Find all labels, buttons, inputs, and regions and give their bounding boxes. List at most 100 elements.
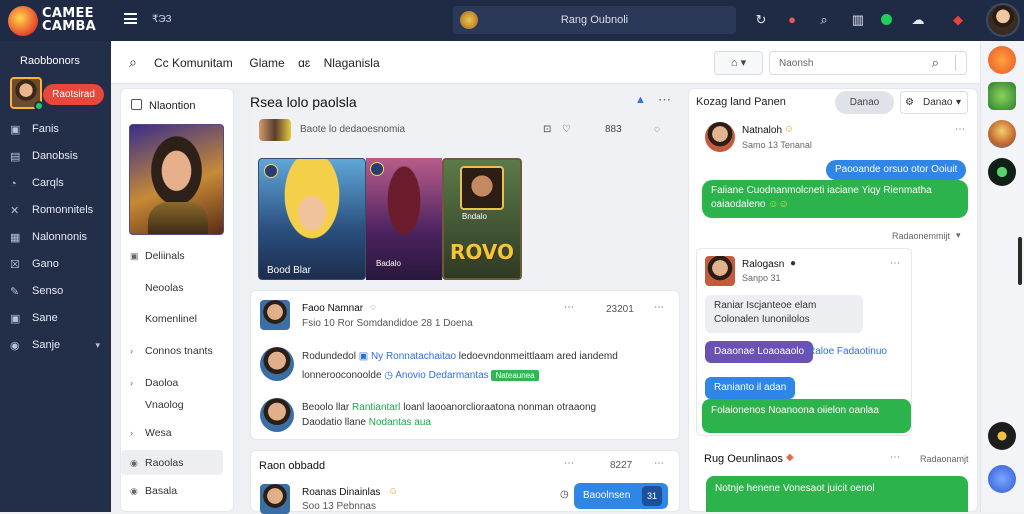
- nav-item-0[interactable]: ▣ Deliinals: [130, 248, 185, 264]
- join-count: 31: [642, 486, 662, 506]
- search-icon[interactable]: ⌕: [129, 54, 137, 71]
- chevron-down-icon[interactable]: ▾: [956, 230, 961, 241]
- emoji-icon: ☺☺: [768, 199, 789, 210]
- artwork-label: Bndalo: [462, 212, 487, 221]
- game-artwork-card[interactable]: Bndalo ROVO: [442, 158, 522, 280]
- post-author-name[interactable]: Roanas Dinainlas: [302, 487, 380, 498]
- chat-user-sub: Sanpo 31: [742, 273, 781, 283]
- chevron-right-icon: ›: [130, 346, 133, 356]
- rail-game-icon-5[interactable]: [988, 422, 1016, 450]
- rail-game-icon-1[interactable]: [988, 46, 1016, 74]
- nav-item-1[interactable]: Neoolas: [130, 280, 184, 296]
- header-search-input[interactable]: Naonsh ⌕: [769, 51, 967, 75]
- nav-item-4[interactable]: › Daoloa: [130, 375, 178, 391]
- sidebar-item-6[interactable]: ✎ Senso: [10, 282, 110, 300]
- chat-user-avatar[interactable]: [705, 256, 735, 286]
- refresh-icon[interactable]: ↻: [751, 10, 771, 30]
- app-logo[interactable]: CAMEE CAMBA: [8, 4, 108, 36]
- hamburger-menu-icon[interactable]: [124, 13, 137, 24]
- nav-item-2[interactable]: Komenlinel: [130, 311, 197, 327]
- nav-item-8[interactable]: ◉ Basala: [130, 483, 177, 499]
- breadcrumb-item[interactable]: Nlaganisla: [324, 56, 380, 70]
- share-icon[interactable]: ⊡: [543, 124, 551, 135]
- more-options-icon[interactable]: ⋯: [890, 452, 900, 463]
- join-button[interactable]: Baoolnsen 31: [574, 483, 668, 509]
- mention-link[interactable]: Anovio Dedarmantas: [395, 370, 488, 381]
- nav-item-5[interactable]: Vnaolog: [130, 397, 184, 413]
- global-search-text: Rang Oubnoli: [560, 14, 629, 26]
- chat-filter-pill[interactable]: Danao: [835, 91, 894, 114]
- header-search-placeholder: Naonsh: [779, 58, 814, 69]
- sidebar-item-label: Romonnitels: [32, 204, 94, 216]
- comment-text: ledoevndonmeittlaam ared iandemd: [458, 351, 618, 362]
- rail-game-icon-6[interactable]: [988, 465, 1016, 493]
- more-options-icon[interactable]: ⋯: [658, 92, 671, 108]
- user-avatar[interactable]: [986, 3, 1020, 37]
- game-badge-icon[interactable]: ◆: [948, 10, 968, 30]
- comment-avatar[interactable]: [260, 347, 294, 381]
- mention-link[interactable]: Rantiantarl: [352, 402, 400, 413]
- rail-game-icon-4[interactable]: [988, 158, 1016, 186]
- more-options-icon[interactable]: ⋯: [564, 302, 574, 313]
- verified-icon: ◌: [370, 302, 376, 313]
- breadcrumb-item[interactable]: ɑɛ: [298, 56, 310, 70]
- sidebar-item-3[interactable]: ✕ Romonnitels: [10, 201, 110, 219]
- notification-icon[interactable]: ●: [782, 10, 802, 30]
- sidebar-item-label: Sanje: [32, 339, 61, 351]
- game-artwork-warrior[interactable]: Badalo: [366, 158, 442, 280]
- chat-bubble-outgoing: Folaionenos Noanoona oiielon oanlaa: [702, 399, 911, 433]
- global-search[interactable]: Rang Oubnoli: [453, 6, 736, 34]
- chat-link[interactable]: Raloe Fadaotinuo: [808, 346, 887, 357]
- sidebar: [0, 41, 111, 512]
- more-options-icon[interactable]: ⋯: [654, 458, 664, 469]
- sidebar-item-2[interactable]: ◔ Carqls: [10, 174, 110, 192]
- post-author-avatar[interactable]: [260, 300, 290, 330]
- post-author-name[interactable]: Faoo Namnar: [302, 303, 363, 314]
- mention-link[interactable]: Ny Ronnatachaitao: [371, 351, 456, 362]
- game-artwork-hero[interactable]: Bood Blar: [258, 158, 366, 280]
- sidebar-item-7[interactable]: ▣ Sane: [10, 309, 110, 327]
- sidebar-item-8[interactable]: ◉ Sanje ▾: [10, 336, 110, 354]
- rail-game-icon-3[interactable]: [988, 120, 1016, 148]
- sidebar-item-4[interactable]: ▦ Nalonnonis: [10, 228, 110, 246]
- home-dropdown-button[interactable]: ⌂ ▾: [714, 51, 763, 75]
- chat-user-name[interactable]: Natnaloh: [742, 125, 782, 136]
- post-author-avatar[interactable]: [260, 484, 290, 514]
- sidebar-item-1[interactable]: ▤ Danobsis: [10, 147, 110, 165]
- comment-icon[interactable]: ◌: [654, 124, 660, 135]
- more-options-icon[interactable]: ⋯: [654, 302, 664, 313]
- layout-icon[interactable]: ▥: [848, 10, 868, 30]
- featured-game-art[interactable]: [129, 124, 224, 235]
- boost-icon[interactable]: ▲: [635, 94, 646, 106]
- search-icon: ⌕: [931, 55, 939, 70]
- nav-item-7[interactable]: ◉ Raoolas: [130, 455, 184, 471]
- comment-line: Rodundedol ▣ Ny Ronnatachaitao ledoevndo…: [302, 351, 618, 362]
- sidebar-item-icon: ☒: [10, 259, 20, 271]
- chat-sort-select[interactable]: ⚙ Danao ▾: [900, 91, 968, 114]
- comment-author[interactable]: Beoolo llar: [302, 402, 349, 413]
- search-icon[interactable]: ⌕: [814, 10, 834, 30]
- cloud-icon[interactable]: ☁: [908, 10, 928, 30]
- more-options-icon[interactable]: ⋯: [564, 458, 574, 469]
- like-icon[interactable]: ♡: [562, 124, 571, 135]
- sidebar-item-5[interactable]: ☒ Gano: [10, 255, 110, 273]
- comment-avatar[interactable]: [260, 398, 294, 432]
- mention-link[interactable]: Nodantas aua: [369, 417, 431, 428]
- comment-author[interactable]: Rodundedol: [302, 351, 356, 362]
- rail-scrollbar[interactable]: [1018, 237, 1022, 285]
- nav-item-3[interactable]: › Connos tnants: [130, 343, 213, 359]
- rail-game-icon-2[interactable]: [988, 82, 1016, 110]
- nav-item-6[interactable]: › Wesa: [130, 425, 172, 441]
- more-options-icon[interactable]: ⋯: [890, 258, 900, 269]
- chat-user-avatar[interactable]: [705, 122, 735, 152]
- breadcrumb-item[interactable]: Cc Komunitam: [154, 56, 233, 70]
- sidebar-pill-button[interactable]: Raotsirad: [43, 84, 104, 105]
- chat-user-name[interactable]: Ralogasn: [742, 259, 784, 270]
- sidebar-avatar[interactable]: [10, 77, 44, 111]
- community-nav-heading: Nlaontion: [131, 99, 195, 112]
- nav-item-label: Connos tnants: [145, 345, 213, 357]
- breadcrumb-item[interactable]: Glame: [249, 56, 284, 70]
- sidebar-item-0[interactable]: ▣ Fanis: [10, 120, 110, 138]
- more-options-icon[interactable]: ⋯: [955, 124, 965, 135]
- comment-line: lonnerooconoolde ◷ Anovio Dedarmantas Na…: [302, 370, 539, 381]
